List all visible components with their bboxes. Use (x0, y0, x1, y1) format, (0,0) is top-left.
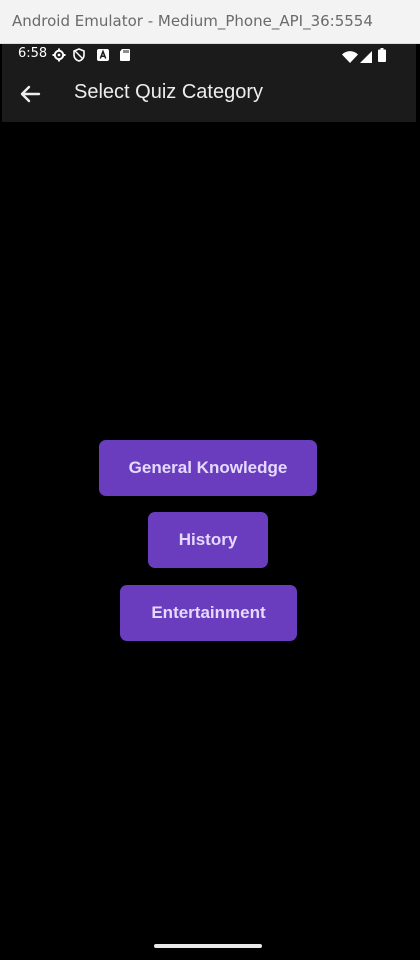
back-button[interactable] (14, 78, 46, 110)
category-button-entertainment[interactable]: Entertainment (120, 585, 297, 641)
gesture-nav-handle[interactable] (154, 944, 262, 948)
emulator-window: Android Emulator - Medium_Phone_API_36:5… (0, 0, 420, 960)
a-box-icon (96, 47, 110, 61)
phone-screen: 6:58 Select Quiz Category General Knowle… (2, 44, 416, 960)
emulator-title-bar: Android Emulator - Medium_Phone_API_36:5… (0, 0, 420, 44)
status-bar: 6:58 (2, 44, 416, 66)
emulator-title: Android Emulator - Medium_Phone_API_36:5… (12, 12, 373, 30)
app-bar: Select Quiz Category (2, 66, 416, 122)
page-title: Select Quiz Category (74, 81, 263, 103)
gear-icon (52, 47, 66, 62)
category-button-history[interactable]: History (148, 512, 268, 568)
shield-icon (72, 47, 86, 62)
wifi-icon (342, 48, 358, 63)
battery-icon (378, 47, 386, 62)
signal-icon (360, 48, 372, 63)
sd-card-icon (118, 47, 132, 61)
category-button-general-knowledge[interactable]: General Knowledge (99, 440, 317, 496)
arrow-left-icon (20, 85, 41, 103)
status-time: 6:58 (18, 46, 48, 61)
